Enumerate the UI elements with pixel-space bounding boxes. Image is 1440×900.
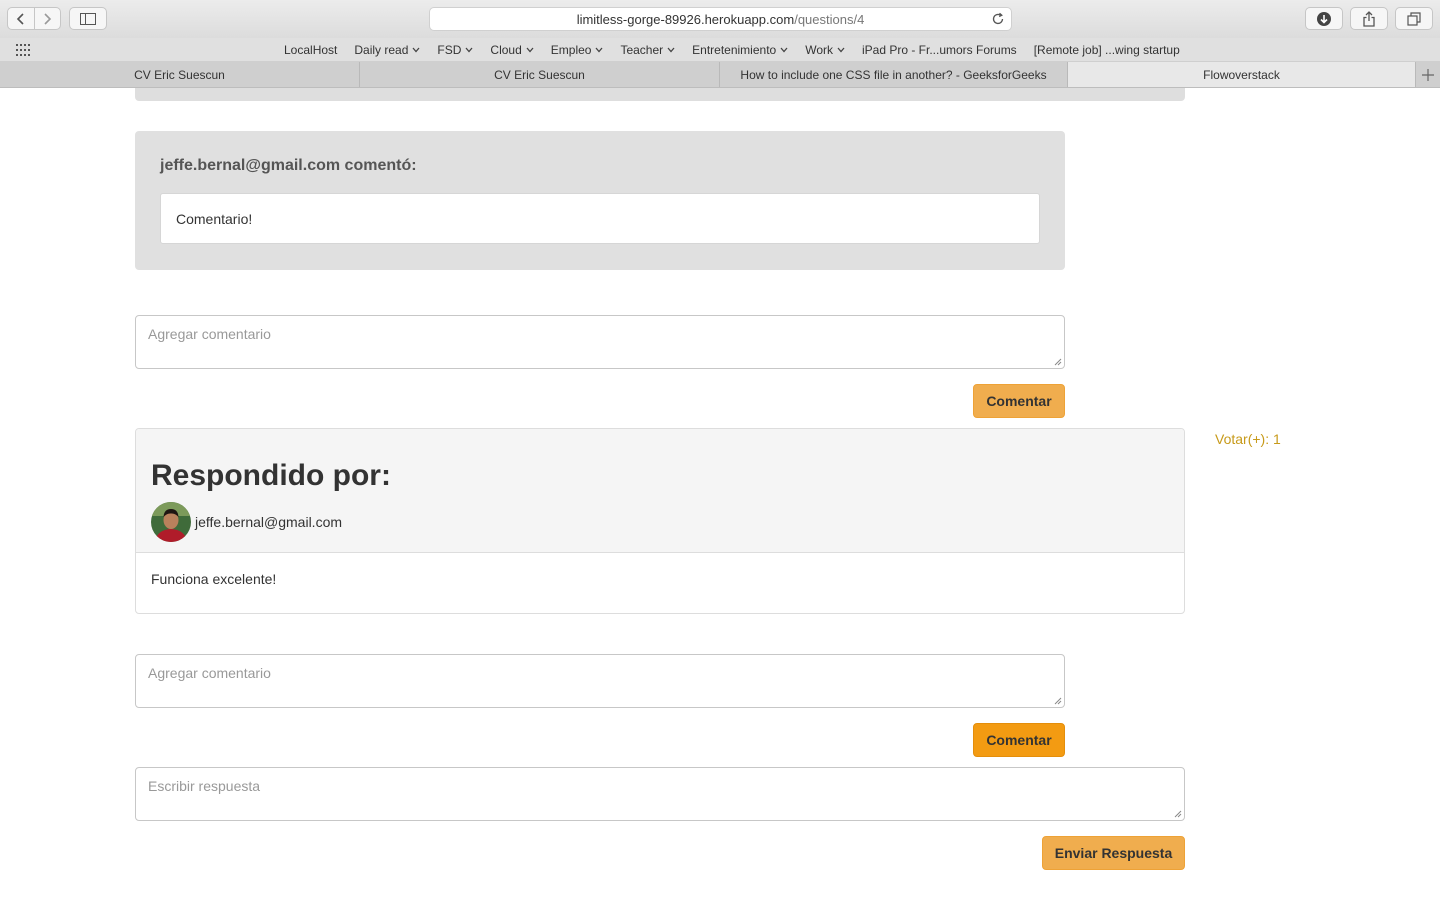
previous-panel-edge xyxy=(135,88,1185,101)
browser-tab[interactable]: CV Eric Suescun xyxy=(360,62,720,87)
answer-text: Funciona excelente! xyxy=(151,571,277,587)
chevron-down-icon xyxy=(465,47,473,53)
back-button[interactable] xyxy=(8,8,34,29)
answer-title: Respondido por: xyxy=(151,459,391,492)
comment-button[interactable]: Comentar xyxy=(973,384,1065,418)
chevron-right-icon xyxy=(44,12,52,25)
bookmark-label: Work xyxy=(805,43,833,57)
bookmark-label: FSD xyxy=(437,43,462,57)
resize-grip-icon[interactable] xyxy=(1054,697,1062,705)
bookmark-label: Empleo xyxy=(550,43,592,57)
bookmark-item[interactable]: FSD xyxy=(437,43,473,57)
comment-placeholder: Agregar comentario xyxy=(148,326,271,342)
reload-icon[interactable] xyxy=(991,12,1005,26)
bookmark-label: Daily read xyxy=(354,43,409,57)
bookmark-item[interactable]: [Remote job] ...wing startup xyxy=(1034,43,1180,57)
tab-bar: CV Eric Suescun CV Eric Suescun How to inc… xyxy=(0,62,1440,88)
plus-icon xyxy=(1422,68,1434,81)
browser-tab[interactable]: Flowoverstack xyxy=(1068,62,1416,87)
resize-grip-icon[interactable] xyxy=(1174,810,1182,818)
question-comment-input[interactable]: Agregar comentario xyxy=(135,315,1065,369)
new-tab-button[interactable] xyxy=(1416,62,1440,87)
history-nav xyxy=(7,7,61,30)
bookmark-item[interactable]: LocalHost xyxy=(284,43,337,57)
user-avatar-icon xyxy=(151,502,191,542)
tabs-icon xyxy=(1407,11,1421,26)
sidebar-toggle-button[interactable] xyxy=(69,7,107,30)
chevron-down-icon xyxy=(667,47,675,53)
bookmark-label: Cloud xyxy=(490,43,522,57)
chevron-down-icon xyxy=(595,47,603,53)
tab-title: CV Eric Suescun xyxy=(134,67,225,82)
bookmark-item[interactable]: Cloud xyxy=(490,43,534,57)
url-path: /questions/4 xyxy=(794,11,865,27)
download-icon xyxy=(1317,11,1331,26)
bookmark-label: LocalHost xyxy=(284,43,338,57)
avatar xyxy=(151,502,191,542)
forward-button[interactable] xyxy=(33,8,60,29)
bookmark-label: [Remote job] ...wing startup xyxy=(1033,43,1180,57)
bookmark-label: iPad Pro - Fr...umors Forums xyxy=(861,43,1017,57)
answer-placeholder: Escribir respuesta xyxy=(148,778,261,794)
comment-button[interactable]: Comentar xyxy=(973,723,1065,757)
chevron-down-icon xyxy=(526,47,534,53)
comment-placeholder: Agregar comentario xyxy=(148,665,271,681)
comment-author: jeffe.bernal@gmail.com comentó: xyxy=(160,157,417,174)
bookmark-label: Teacher xyxy=(620,43,664,57)
bookmark-item[interactable]: Daily read xyxy=(354,43,420,57)
url-host: limitless-gorge-89926.herokuapp.com xyxy=(576,11,795,27)
bookmark-label: Entretenimiento xyxy=(692,43,777,57)
vote-button[interactable]: Votar(+): 1 xyxy=(1215,431,1281,447)
comment-text: Comentario! xyxy=(160,193,1040,244)
tab-overview-button[interactable] xyxy=(1395,7,1433,30)
share-icon xyxy=(1363,10,1375,27)
comment-card: jeffe.bernal@gmail.com comentó: Comentar… xyxy=(135,131,1065,270)
bookmark-item[interactable]: Empleo xyxy=(551,43,604,57)
sidebar-icon xyxy=(80,12,96,25)
resize-grip-icon[interactable] xyxy=(1054,358,1062,366)
browser-tab[interactable]: How to include one CSS file in another? … xyxy=(720,62,1068,87)
chevron-left-icon xyxy=(16,12,24,25)
favorites-grid-icon[interactable] xyxy=(16,44,30,56)
tab-title: Flowoverstack xyxy=(1203,67,1280,82)
answer-user: jeffe.bernal@gmail.com xyxy=(195,514,343,530)
bookmark-list: LocalHost Daily read FSD Cloud Empleo Teacher… xyxy=(284,43,1180,57)
bookmark-item[interactable]: Entretenimiento xyxy=(692,43,788,57)
tab-title: CV Eric Suescun xyxy=(494,67,585,82)
answer-comment-input[interactable]: Agregar comentario xyxy=(135,654,1065,708)
downloads-button[interactable] xyxy=(1305,7,1343,30)
browser-toolbar: limitless-gorge-89926.herokuapp.com/ques… xyxy=(0,0,1440,38)
bookmark-item[interactable]: iPad Pro - Fr...umors Forums xyxy=(862,43,1017,57)
chevron-down-icon xyxy=(780,47,788,53)
chevron-down-icon xyxy=(837,47,845,53)
tab-title: How to include one CSS file in another? … xyxy=(740,67,1047,82)
answer-input[interactable]: Escribir respuesta xyxy=(135,767,1185,821)
share-button[interactable] xyxy=(1350,7,1388,30)
address-bar[interactable]: limitless-gorge-89926.herokuapp.com/ques… xyxy=(429,7,1012,31)
bookmark-item[interactable]: Teacher xyxy=(620,43,675,57)
answer-card: Respondido por: jeffe.bernal@gmail.com F… xyxy=(135,428,1185,614)
bookmark-item[interactable]: Work xyxy=(805,43,845,57)
submit-answer-button[interactable]: Enviar Respuesta xyxy=(1042,836,1185,870)
answer-header: Respondido por: jeffe.bernal@gmail.com xyxy=(136,429,1184,553)
chevron-down-icon xyxy=(412,47,420,53)
browser-tab[interactable]: CV Eric Suescun xyxy=(0,62,360,87)
bookmarks-bar: LocalHost Daily read FSD Cloud Empleo Teacher… xyxy=(0,38,1440,62)
